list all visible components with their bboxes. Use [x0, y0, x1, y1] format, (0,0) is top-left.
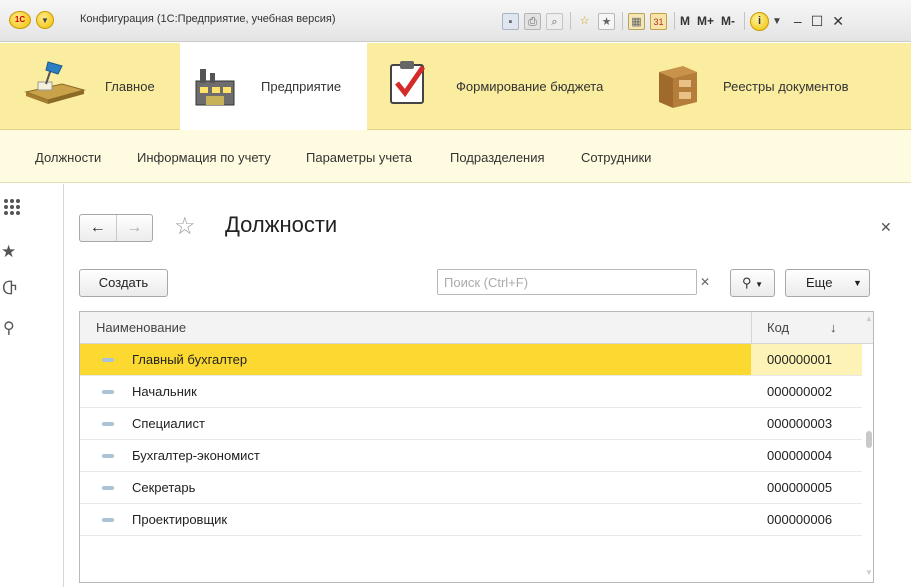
item-marker-icon: [102, 422, 114, 426]
more-button[interactable]: Еще ▼: [785, 269, 870, 297]
table-header: Наименование Код ↓: [80, 312, 873, 344]
row-code: 000000002: [767, 384, 833, 399]
column-header-code[interactable]: Код: [767, 320, 789, 335]
nav-item-informaciya-po-uchetu[interactable]: Информация по учету: [137, 150, 271, 165]
preview-icon[interactable]: ⌕: [546, 12, 563, 30]
positions-table: Наименование Код ↓ Главный бухгалтер 000…: [79, 311, 874, 583]
search-icon: ⚲: [741, 275, 752, 290]
toolbar-separator: [570, 12, 571, 30]
title-toolbar: ▪ ⎙ ⌕ ☆ ★ ▦ 31 M M+ M- i ▼ – ☐ ✕: [502, 10, 853, 32]
section-reestry-dokumentov[interactable]: Реестры документов: [637, 43, 911, 130]
calendar-icon[interactable]: 31: [650, 12, 667, 30]
row-name: Секретарь: [132, 480, 196, 495]
row-code: 000000005: [767, 480, 833, 495]
page-title: Должности: [225, 212, 338, 237]
search-options-button[interactable]: ⚲ ▼: [730, 269, 775, 297]
toolbar-separator: [622, 12, 623, 30]
nav-item-dolzhnosti[interactable]: Должности: [35, 150, 101, 165]
1c-logo-icon[interactable]: 1С: [9, 11, 31, 29]
vertical-scrollbar[interactable]: ▲ ▼: [864, 312, 873, 582]
section-predpriyatie[interactable]: Предприятие: [180, 43, 367, 130]
form-dolzhnosti: ← → ☆ Должности ✕ Создать ✕ ⚲ ▼ Еще ▼ На…: [64, 184, 911, 587]
clear-search-icon[interactable]: ✕: [700, 275, 710, 289]
item-marker-icon: [102, 486, 114, 490]
forward-arrow-icon[interactable]: →: [117, 215, 153, 241]
table-row[interactable]: Проектировщик 000000006: [80, 504, 862, 536]
save-icon[interactable]: ▪: [502, 12, 519, 30]
nav-item-podrazdeleniya[interactable]: Подразделения: [450, 150, 545, 165]
table-row[interactable]: Специалист 000000003: [80, 408, 862, 440]
search-input[interactable]: [437, 269, 697, 295]
memory-add-button[interactable]: M+: [697, 14, 714, 28]
section-label: Формирование бюджета: [456, 79, 604, 94]
row-code: 000000006: [767, 512, 833, 527]
close-icon[interactable]: ✕: [880, 219, 892, 236]
maximize-icon[interactable]: ☐: [811, 13, 824, 30]
item-marker-icon: [102, 358, 114, 362]
history-icon[interactable]: ★: [598, 12, 615, 30]
close-icon[interactable]: ✕: [832, 13, 844, 30]
chevron-down-icon: ▼: [755, 280, 764, 289]
row-code: 000000003: [767, 416, 833, 431]
column-divider[interactable]: [751, 312, 752, 344]
favorites-star-icon[interactable]: ☆: [576, 13, 593, 30]
factory-icon: [195, 69, 235, 106]
search-icon[interactable]: ⚲: [0, 318, 64, 338]
memory-subtract-button[interactable]: M-: [721, 14, 735, 28]
toolbar-separator: [744, 12, 746, 30]
section-formirovanie-byudzheta[interactable]: Формирование бюджета: [367, 43, 637, 130]
scroll-down-icon[interactable]: ▼: [865, 568, 873, 577]
row-name: Начальник: [132, 384, 197, 399]
calculator-icon[interactable]: ▦: [628, 12, 645, 30]
desk-lamp-icon: [24, 61, 86, 104]
row-name: Главный бухгалтер: [132, 352, 248, 367]
table-row[interactable]: Бухгалтер-экономист 000000004: [80, 440, 862, 472]
item-marker-icon: [102, 518, 114, 522]
scrollbar-thumb[interactable]: [866, 431, 872, 448]
print-icon[interactable]: ⎙: [524, 12, 541, 30]
column-header-name[interactable]: Наименование: [96, 320, 186, 335]
scroll-up-icon[interactable]: ▲: [865, 314, 873, 323]
sections-panel: Главное Предприятие Формирование бюджета: [0, 43, 911, 130]
row-code: 000000004: [767, 448, 833, 463]
row-code: 000000001: [767, 352, 833, 367]
title-bar: 1С ▼ Конфигурация (1С:Предприятие, учебн…: [0, 0, 911, 42]
row-name: Проектировщик: [132, 512, 228, 527]
chevron-down-icon: ▼: [853, 278, 862, 288]
apps-grid-icon[interactable]: [0, 198, 64, 221]
add-to-favorites-star-icon[interactable]: ☆: [174, 212, 196, 241]
create-button[interactable]: Создать: [79, 269, 168, 297]
tool-panel: ★ Ⴇ ⚲: [0, 184, 64, 587]
section-label: Главное: [105, 79, 155, 94]
table-row[interactable]: Секретарь 000000005: [80, 472, 862, 504]
row-name: Бухгалтер-экономист: [132, 448, 260, 463]
section-label: Предприятие: [261, 79, 342, 94]
checklist-clipboard-icon: [390, 61, 426, 104]
section-glavnoe[interactable]: Главное: [0, 43, 180, 130]
info-icon[interactable]: i: [750, 11, 770, 31]
row-name: Специалист: [132, 416, 205, 431]
item-marker-icon: [102, 390, 114, 394]
section-label: Реестры документов: [723, 79, 849, 94]
back-arrow-icon[interactable]: ←: [80, 215, 117, 241]
more-button-label: Еще: [806, 275, 833, 290]
nav-item-sotrudniki[interactable]: Сотрудники: [581, 150, 651, 165]
main-menu-dropdown-icon[interactable]: ▼: [36, 11, 54, 29]
navigation-panel: Должности Информация по учету Параметры …: [0, 130, 911, 183]
toolbar-separator: [674, 12, 675, 30]
table-row[interactable]: Начальник 000000002: [80, 376, 862, 408]
table-body: Главный бухгалтер 000000001 Начальник 00…: [80, 344, 862, 536]
favorites-star-icon[interactable]: ★: [0, 242, 64, 262]
nav-item-parametry-ucheta[interactable]: Параметры учета: [306, 150, 412, 165]
table-row[interactable]: Главный бухгалтер 000000001: [80, 344, 862, 376]
minimize-icon[interactable]: –: [794, 13, 802, 29]
chevron-down-icon[interactable]: ▼: [772, 16, 782, 27]
history-navigation: ← →: [79, 214, 153, 242]
sort-descending-icon[interactable]: ↓: [830, 320, 837, 335]
history-icon[interactable]: Ⴇ: [0, 279, 64, 299]
file-cabinet-icon: [659, 66, 697, 108]
item-marker-icon: [102, 454, 114, 458]
window-title: Конфигурация (1С:Предприятие, учебная ве…: [80, 13, 336, 25]
memory-button[interactable]: M: [680, 14, 690, 28]
